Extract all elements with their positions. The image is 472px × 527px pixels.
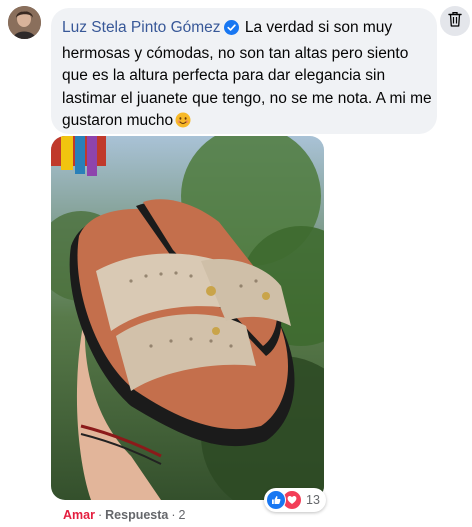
comment-body: Luz Stela Pinto Gómez La verdad si son m… — [62, 17, 432, 136]
reply-button[interactable]: Respuesta — [105, 508, 168, 522]
love-reaction-button[interactable]: Amar — [63, 508, 95, 522]
delete-comment-button[interactable] — [440, 6, 470, 36]
trash-icon — [448, 11, 462, 32]
action-separator: · — [171, 508, 176, 522]
action-separator: · — [97, 508, 103, 522]
comment-actions: Amar · Respuesta · 2 — [63, 508, 186, 522]
comment-photo[interactable] — [51, 136, 324, 500]
verified-badge-icon — [223, 20, 239, 43]
like-icon — [266, 490, 286, 510]
smiling-face-icon — [175, 112, 191, 136]
reaction-summary[interactable]: 13 — [264, 488, 326, 512]
comment-author[interactable]: Luz Stela Pinto Gómez — [62, 19, 221, 36]
avatar[interactable] — [8, 6, 41, 39]
reply-count: 2 — [178, 508, 186, 522]
reaction-count: 13 — [306, 493, 320, 507]
